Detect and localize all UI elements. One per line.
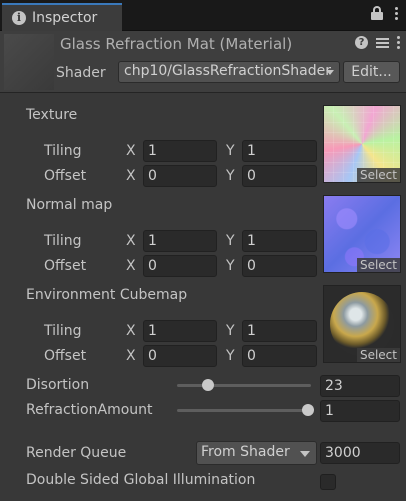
chevron-down-icon <box>300 451 310 457</box>
distortion-slider-track[interactable] <box>177 379 311 391</box>
shader-dropdown-value: chp10/GlassRefractionShader <box>124 63 331 79</box>
preset-sliders-icon[interactable] <box>376 36 389 49</box>
texture-label: Texture <box>26 107 78 123</box>
normal-map-tiling-y-field[interactable]: 1 <box>242 230 317 252</box>
kebab-menu-icon[interactable] <box>395 6 398 20</box>
lock-icon[interactable] <box>371 6 383 20</box>
normal-map-tiling-x-label[interactable]: X <box>126 233 136 249</box>
refraction-amount-value-field[interactable]: 1 <box>320 400 400 422</box>
normal-map-tiling-x-field[interactable]: 1 <box>143 230 217 252</box>
normal-map-offset-x-label[interactable]: X <box>126 258 136 274</box>
material-header: Glass Refraction Mat (Material) ? Shader… <box>0 31 406 93</box>
render-queue-dropdown-value: From Shader <box>201 444 290 460</box>
cubemap-tiling-y-label[interactable]: Y <box>226 323 235 339</box>
cubemap-tiling-x-label[interactable]: X <box>126 323 136 339</box>
cubemap-tiling-label: Tiling <box>44 323 82 339</box>
texture-tiling-label: Tiling <box>44 143 82 159</box>
normal-map-offset-y-field[interactable]: 0 <box>242 255 317 277</box>
tab-title: Inspector <box>32 10 98 26</box>
double-sided-gi-checkbox[interactable] <box>320 474 336 490</box>
distortion-value-field[interactable]: 23 <box>320 375 400 397</box>
normal-map-label: Normal map <box>26 197 113 213</box>
normal-map-tiling-y-label[interactable]: Y <box>226 233 235 249</box>
texture-select-button[interactable]: Select <box>356 168 400 182</box>
distortion-slider-handle[interactable] <box>201 379 214 391</box>
refraction-amount-slider-track[interactable] <box>177 404 314 416</box>
tab-inspector[interactable]: i Inspector <box>2 3 122 31</box>
texture-offset-y-field[interactable]: 0 <box>242 165 317 187</box>
chevron-down-icon <box>326 70 334 75</box>
normal-map-offset-x-field[interactable]: 0 <box>143 255 217 277</box>
cubemap-label: Environment Cubemap <box>26 287 188 303</box>
texture-tiling-x-field[interactable]: 1 <box>143 140 217 162</box>
edit-shader-button[interactable]: Edit... <box>343 61 400 83</box>
cubemap-sphere-preview <box>330 292 394 356</box>
cubemap-offset-x-field[interactable]: 0 <box>143 345 217 367</box>
texture-offset-label: Offset <box>44 168 87 184</box>
cubemap-select-button[interactable]: Select <box>356 348 400 362</box>
normal-map-tiling-label: Tiling <box>44 233 82 249</box>
material-preview-thumbnail <box>4 34 54 90</box>
cubemap-thumbnail[interactable]: Select <box>323 285 401 363</box>
normal-map-offset-y-label[interactable]: Y <box>226 258 235 274</box>
normal-map-offset-label: Offset <box>44 258 87 274</box>
cubemap-offset-y-label[interactable]: Y <box>226 348 235 364</box>
cubemap-tiling-x-field[interactable]: 1 <box>143 320 217 342</box>
info-icon: i <box>12 11 26 25</box>
refraction-amount-slider-handle[interactable] <box>302 404 314 416</box>
shader-dropdown[interactable]: chp10/GlassRefractionShader <box>118 61 340 83</box>
double-sided-gi-label: Double Sided Global Illumination <box>26 472 256 488</box>
texture-offset-x-label[interactable]: X <box>126 168 136 184</box>
kebab-menu-icon[interactable] <box>397 36 400 49</box>
cubemap-tiling-y-field[interactable]: 1 <box>242 320 317 342</box>
distortion-label: Disortion <box>26 377 90 393</box>
texture-offset-y-label[interactable]: Y <box>226 168 235 184</box>
texture-tiling-x-label[interactable]: X <box>126 143 136 159</box>
normal-map-thumbnail[interactable]: Select <box>323 195 401 273</box>
tab-bar: i Inspector <box>0 0 406 31</box>
texture-tiling-y-field[interactable]: 1 <box>242 140 317 162</box>
cubemap-offset-x-label[interactable]: X <box>126 348 136 364</box>
cubemap-offset-label: Offset <box>44 348 87 364</box>
help-icon[interactable]: ? <box>355 36 368 49</box>
render-queue-dropdown[interactable]: From Shader <box>196 441 317 465</box>
render-queue-value-field[interactable]: 3000 <box>320 442 400 464</box>
material-title: Glass Refraction Mat (Material) <box>60 35 293 53</box>
texture-thumbnail[interactable]: Select <box>323 105 401 183</box>
shader-label: Shader <box>56 65 106 81</box>
normal-map-select-button[interactable]: Select <box>356 258 400 272</box>
texture-offset-x-field[interactable]: 0 <box>143 165 217 187</box>
cubemap-offset-y-field[interactable]: 0 <box>242 345 317 367</box>
texture-tiling-y-label[interactable]: Y <box>226 143 235 159</box>
render-queue-label: Render Queue <box>26 445 127 461</box>
refraction-amount-label: RefractionAmount <box>26 402 153 418</box>
